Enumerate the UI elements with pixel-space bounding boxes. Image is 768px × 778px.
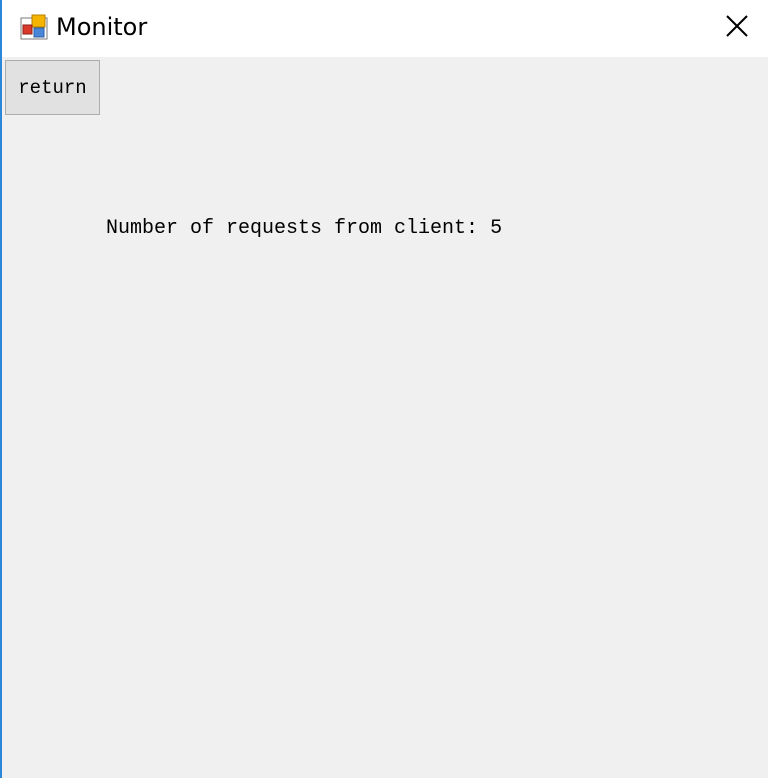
app-icon xyxy=(20,14,48,40)
title-bar[interactable]: Monitor xyxy=(2,0,768,57)
close-button[interactable] xyxy=(706,0,768,52)
window-title: Monitor xyxy=(56,13,148,41)
request-count-label: Number of requests from client: 5 xyxy=(106,217,503,240)
close-icon xyxy=(726,15,748,37)
client-area: return Number of requests from client: 5 xyxy=(2,57,768,778)
monitor-window: Monitor return Number of requests from c… xyxy=(0,0,768,778)
return-button[interactable]: return xyxy=(5,60,100,115)
